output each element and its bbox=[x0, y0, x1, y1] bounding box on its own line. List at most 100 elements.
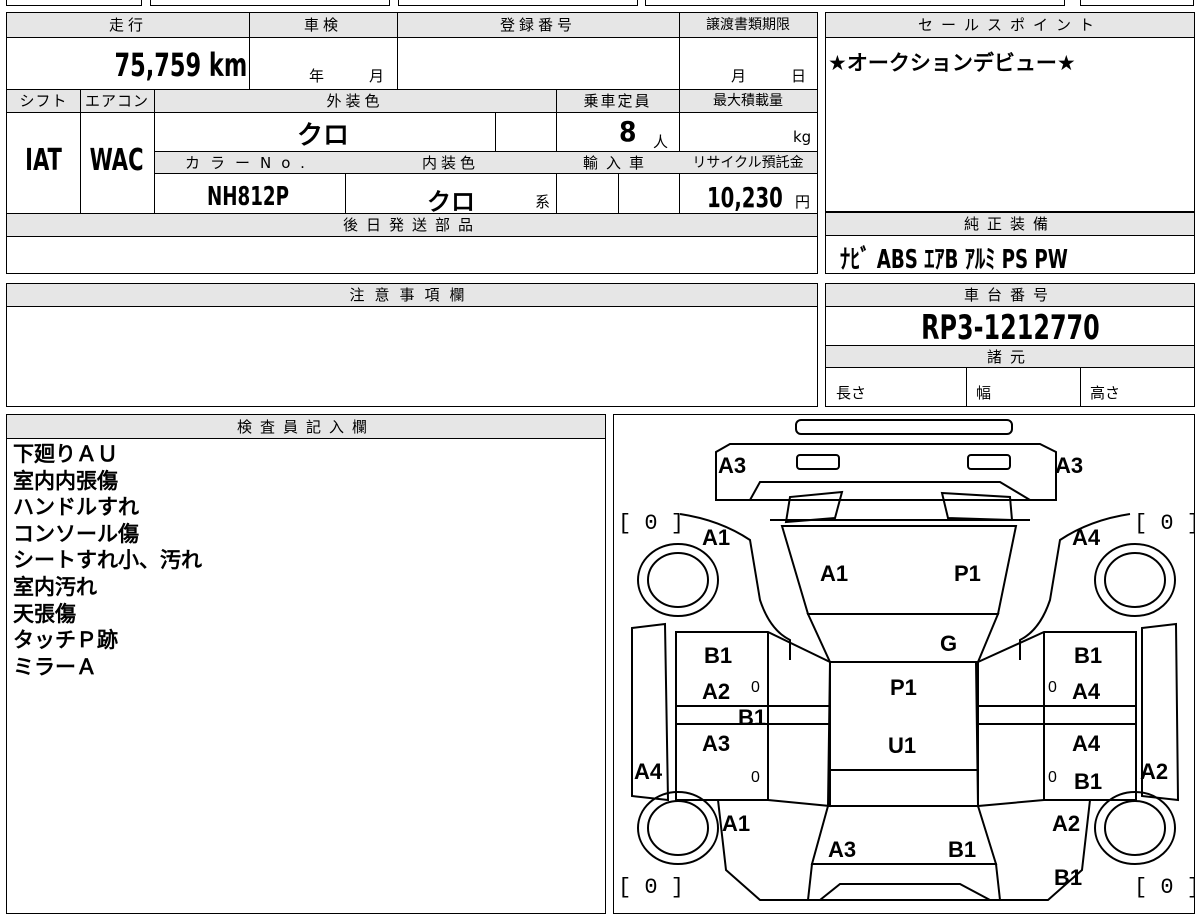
top-edge-cell bbox=[6, 0, 142, 6]
inspection-month: 月 bbox=[369, 67, 385, 85]
transfer-day: 日 bbox=[791, 67, 807, 85]
capacity-value: 8 bbox=[619, 115, 637, 148]
capacity-unit: 人 bbox=[653, 133, 669, 151]
sales-point-text: ★オークションデビュー★ bbox=[828, 51, 1076, 75]
inspection-label: 車検 bbox=[303, 16, 342, 34]
mileage-value: 75,759 km bbox=[47, 46, 247, 84]
inspector-line: シートすれ小、汚れ bbox=[13, 548, 202, 573]
damage-diagram-box: [ 0 ] [ 0 ] [ 0 ] [ 0 ] A3 A3 A1 A4 A1 P… bbox=[613, 414, 1195, 914]
label-center-left: B1 bbox=[738, 705, 767, 730]
color-no-label: カラーNo. bbox=[185, 154, 315, 172]
inspector-notes: 下廻りＡＵ 室内内張傷 ハンドルすれ コンソール傷 シートすれ小、汚れ 室内汚れ… bbox=[13, 441, 202, 680]
label-rr-fender: A2 bbox=[1052, 811, 1081, 836]
label-rr-door-mark: 0 bbox=[1048, 769, 1057, 786]
inspector-line: 下廻りＡＵ bbox=[13, 442, 118, 466]
label-roof-bottom: U1 bbox=[888, 733, 917, 758]
shift-value-text: IAT bbox=[25, 143, 62, 178]
inspector-box: 検査員記入欄 下廻りＡＵ 室内内張傷 ハンドルすれ コンソール傷 シートすれ小、… bbox=[6, 414, 606, 914]
interior-color-value: クロ bbox=[427, 188, 475, 216]
label-fr-fender: A4 bbox=[1072, 525, 1101, 550]
genuine-equipment-text: ﾅﾋﾞ ABS ｴｱB ｱﾙﾐ PS PW bbox=[840, 239, 1132, 276]
label-right-sill: A2 bbox=[1140, 759, 1169, 784]
label-windshield: G bbox=[940, 631, 958, 656]
top-edge-cell bbox=[398, 0, 638, 6]
max-load-label: 最大積載量 bbox=[713, 93, 783, 109]
recycle-value-text: 10,230 bbox=[707, 181, 783, 214]
rr-wheel-count: [ 0 ] bbox=[1134, 875, 1195, 900]
inspector-line: 天張傷 bbox=[13, 601, 76, 626]
exterior-color-value: クロ bbox=[297, 121, 350, 151]
inspection-year: 年 bbox=[309, 67, 325, 85]
registration-label: 登録番号 bbox=[499, 16, 576, 34]
label-rl-fender: A1 bbox=[722, 811, 751, 836]
fl-wheel-count: [ 0 ] bbox=[618, 511, 685, 536]
aircon-value: WAC bbox=[80, 143, 154, 178]
label-fl-fender: A1 bbox=[702, 525, 731, 550]
label-rl-door: A3 bbox=[702, 731, 731, 756]
max-load-unit: kg bbox=[793, 128, 812, 146]
height-label: 高さ bbox=[1090, 384, 1121, 402]
label-rear-left: A3 bbox=[828, 837, 857, 862]
top-edge-cell bbox=[645, 0, 1065, 6]
inspector-line: ミラーＡ bbox=[13, 654, 97, 679]
genuine-equipment-label: 純正装備 bbox=[963, 215, 1056, 233]
notes-box: 注意事項欄 bbox=[6, 283, 818, 407]
chassis-box: 車台番号 RP3-1212770 諸元 長さ 幅 高さ bbox=[825, 283, 1195, 407]
notes-label: 注意事項欄 bbox=[349, 286, 475, 304]
inspector-line: タッチＰ跡 bbox=[13, 628, 118, 653]
chassis-value: RP3-1212770 bbox=[826, 308, 1194, 348]
interior-color-label: 内装色 bbox=[421, 154, 479, 172]
interior-color-suffix: 系 bbox=[535, 193, 551, 211]
rl-wheel-count: [ 0 ] bbox=[618, 875, 685, 900]
top-edge-cell bbox=[150, 0, 390, 6]
label-front-right: A3 bbox=[1055, 453, 1084, 478]
label-rl-door-mark: 0 bbox=[751, 769, 760, 786]
shift-label: シフト bbox=[19, 92, 68, 110]
label-hood-right: P1 bbox=[954, 561, 981, 586]
inspector-line: コンソール傷 bbox=[13, 521, 139, 546]
color-no-value: NH812P bbox=[207, 182, 312, 212]
label-rr-door-bottom: B1 bbox=[1074, 769, 1103, 794]
label-fl-door-top: B1 bbox=[704, 643, 733, 668]
label-hood-left: A1 bbox=[820, 561, 849, 586]
width-label: 幅 bbox=[976, 384, 992, 402]
shift-value: IAT bbox=[7, 143, 80, 178]
length-label: 長さ bbox=[836, 384, 867, 402]
transfer-month: 月 bbox=[731, 67, 747, 85]
aircon-value-text: WAC bbox=[90, 143, 144, 178]
exterior-color-label: 外装色 bbox=[326, 92, 384, 110]
genuine-equipment-box: 純正装備 ﾅﾋﾞ ABS ｴｱB ｱﾙﾐ PS PW bbox=[825, 212, 1195, 276]
label-rr-door: A4 bbox=[1072, 731, 1101, 756]
inspector-line: 室内汚れ bbox=[13, 574, 97, 599]
car-outline-diagram bbox=[631, 419, 1180, 901]
recycle-label: リサイクル預託金 bbox=[692, 155, 804, 171]
label-roof-top: P1 bbox=[890, 675, 917, 700]
label-fl-door-mid: A2 bbox=[702, 679, 731, 704]
label-fr-door-mid: A4 bbox=[1072, 679, 1101, 704]
aircon-label: エアコン bbox=[84, 92, 149, 110]
label-front-left: A3 bbox=[718, 453, 747, 478]
mileage-label: 走行 bbox=[108, 16, 147, 34]
inspector-line: 室内内張傷 bbox=[13, 468, 118, 493]
label-rear-corner-right: B1 bbox=[1054, 865, 1083, 890]
chassis-label: 車台番号 bbox=[963, 286, 1056, 304]
label-rear-right: B1 bbox=[948, 837, 977, 862]
inspector-line: ハンドルすれ bbox=[13, 495, 139, 520]
label-fr-door-mark: 0 bbox=[1048, 679, 1057, 696]
later-parts-label: 後日発送部品 bbox=[342, 216, 481, 234]
top-edge-cell bbox=[1080, 0, 1194, 6]
genuine-equipment-text-inner: ﾅﾋﾞ ABS ｴｱB ｱﾙﾐ PS PW bbox=[840, 245, 1068, 275]
color-no-value-text: NH812P bbox=[207, 182, 289, 212]
recycle-value: 10,230 bbox=[707, 181, 804, 214]
label-fr-door-top: B1 bbox=[1074, 643, 1103, 668]
chassis-value-text: RP3-1212770 bbox=[920, 308, 1100, 348]
spec-table: 走行 車検 登録番号 譲渡書類期限 75,759 km 年 月 月 日 シフト … bbox=[6, 12, 818, 274]
transfer-deadline-label: 譲渡書類期限 bbox=[706, 17, 790, 33]
inspector-label: 検査員記入欄 bbox=[236, 418, 375, 436]
sales-point-box: セールスポイント ★オークションデビュー★ bbox=[825, 12, 1195, 212]
recycle-unit: 円 bbox=[795, 193, 811, 211]
label-left-sill: A4 bbox=[634, 759, 663, 784]
fr-wheel-count: [ 0 ] bbox=[1134, 511, 1195, 536]
sales-point-label: セールスポイント bbox=[917, 16, 1102, 34]
mileage-value-text: 75,759 km bbox=[114, 46, 247, 84]
